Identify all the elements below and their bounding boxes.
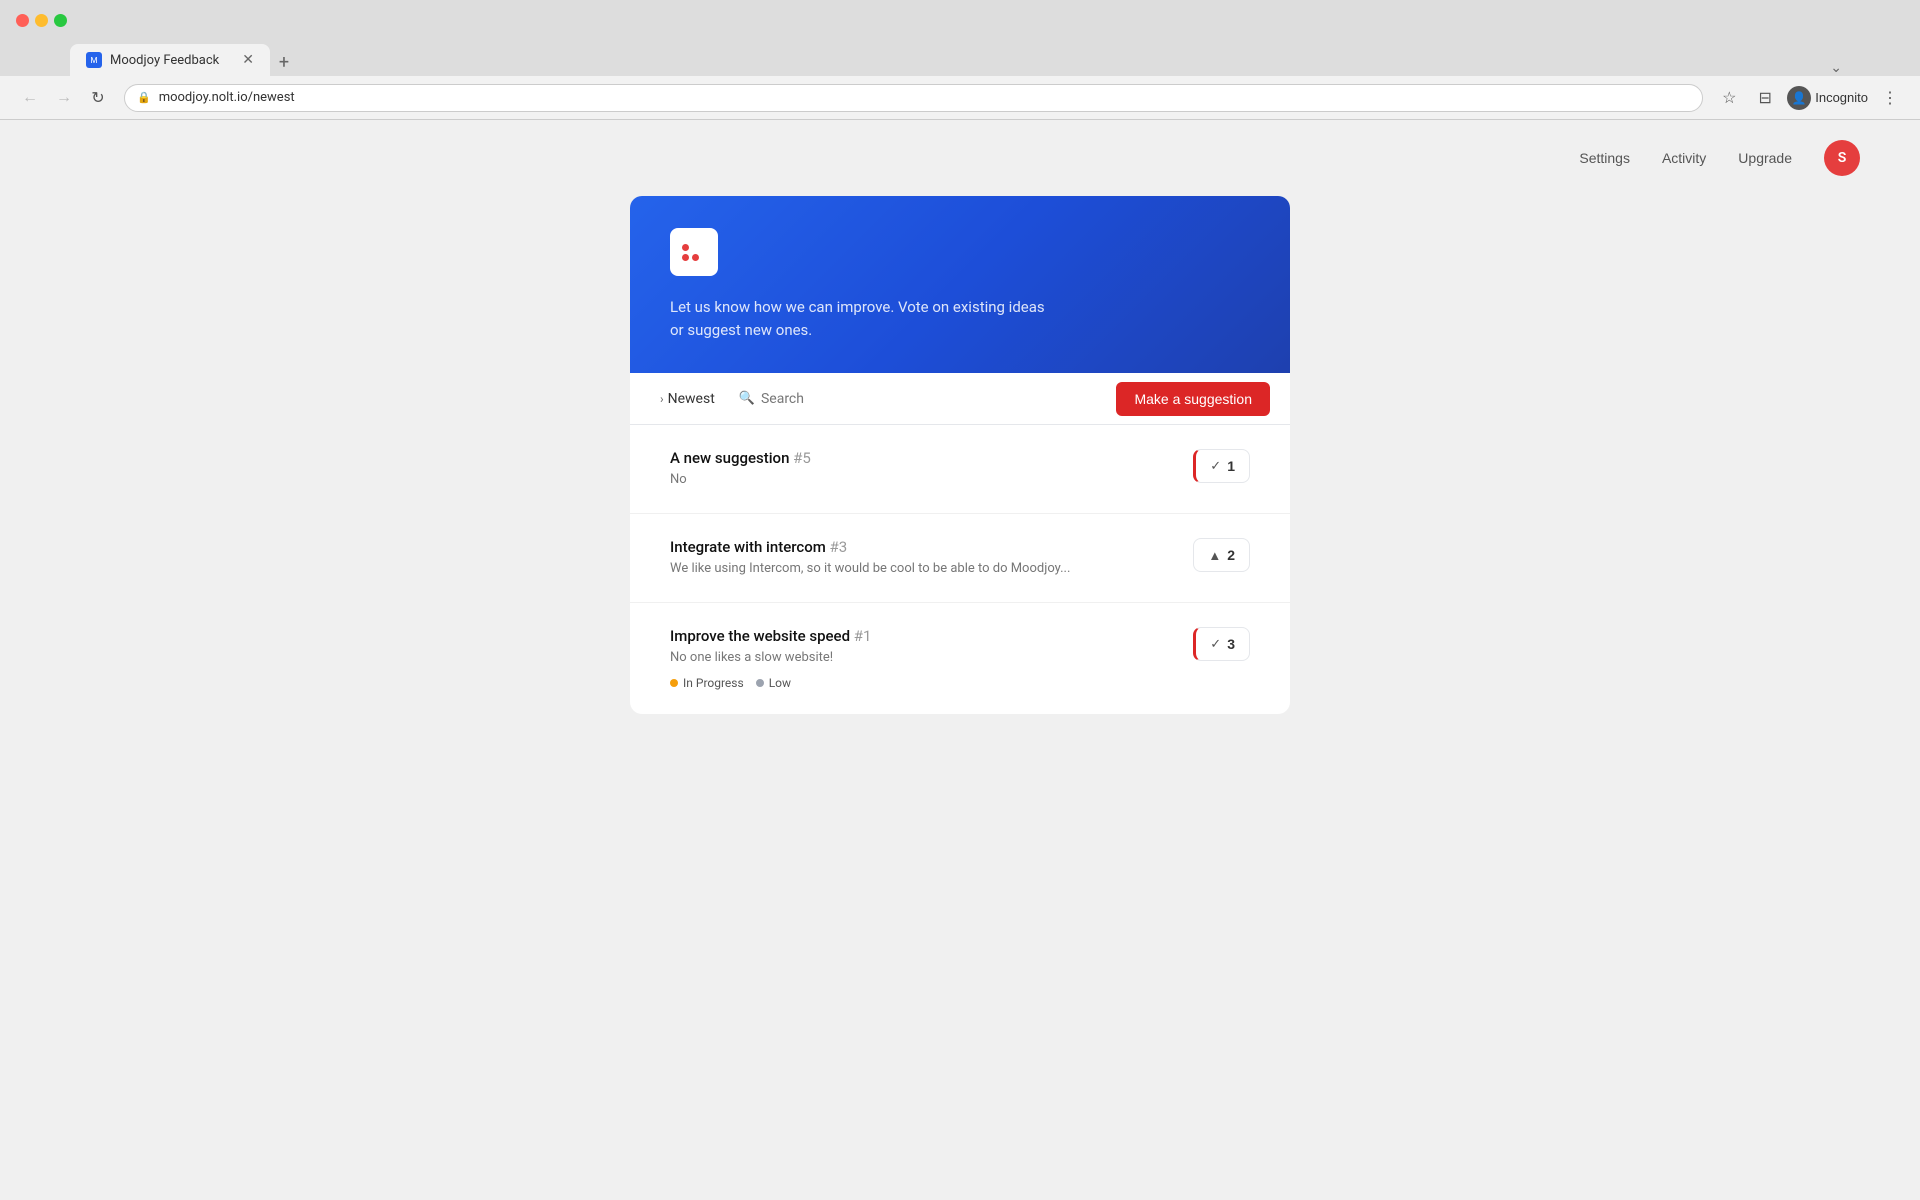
tag-dot — [756, 679, 764, 687]
tag-label: Low — [769, 676, 791, 690]
suggestion-content: Integrate with intercom #3 We like using … — [670, 538, 1173, 578]
url-text: moodjoy.nolt.io/newest — [159, 90, 295, 105]
suggestion-description: We like using Intercom, so it would be c… — [670, 560, 1173, 578]
suggestion-description: No one likes a slow website! — [670, 649, 1173, 667]
main-container: Let us know how we can improve. Vote on … — [630, 196, 1290, 714]
banner-logo — [670, 228, 718, 276]
suggestion-tags: In Progress Low — [670, 676, 1173, 690]
vote-count: 3 — [1227, 636, 1235, 652]
check-icon: ✓ — [1210, 458, 1221, 474]
top-nav: Settings Activity Upgrade S — [0, 120, 1920, 196]
vote-button[interactable]: ✓1 — [1193, 449, 1250, 483]
back-button[interactable]: ← — [16, 84, 44, 112]
banner-description: Let us know how we can improve. Vote on … — [670, 296, 1050, 341]
nav-buttons: ← → ↻ — [16, 84, 112, 112]
browser-chrome: M Moodjoy Feedback ✕ + ⌄ ← → ↻ 🔒 moodjoy… — [0, 0, 1920, 120]
activity-link[interactable]: Activity — [1662, 150, 1706, 166]
tab-favicon: M — [86, 52, 102, 68]
tab-title: Moodjoy Feedback — [110, 53, 219, 68]
forward-button[interactable]: → — [50, 84, 78, 112]
suggestion-item: Improve the website speed #1 No one likes… — [630, 603, 1290, 713]
new-tab-button[interactable]: + — [270, 48, 298, 76]
tab-close-button[interactable]: ✕ — [242, 52, 254, 68]
logo-dot-6 — [702, 254, 709, 261]
suggestion-content: A new suggestion #5 No — [670, 449, 1173, 489]
lock-icon: 🔒 — [137, 91, 151, 104]
traffic-lights — [16, 14, 67, 27]
avatar[interactable]: S — [1824, 140, 1860, 176]
upgrade-link[interactable]: Upgrade — [1738, 150, 1792, 166]
logo-dot-2 — [692, 244, 699, 251]
incognito-button[interactable]: 👤 Incognito — [1787, 86, 1868, 110]
browser-titlebar — [0, 0, 1920, 40]
logo-dot-4 — [682, 254, 689, 261]
suggestions-list: A new suggestion #5No✓1Integrate with in… — [630, 425, 1290, 714]
menu-button[interactable]: ⋮ — [1876, 84, 1904, 112]
reload-button[interactable]: ↻ — [84, 84, 112, 112]
tag: In Progress — [670, 676, 744, 690]
chevron-icon: › — [660, 392, 664, 406]
toolbar: › Newest 🔍 Search Make a suggestion — [630, 373, 1290, 425]
suggestion-description: No — [670, 471, 1173, 489]
logo-dot-5 — [692, 254, 699, 261]
minimize-button[interactable] — [35, 14, 48, 27]
vote-button[interactable]: ▲2 — [1193, 538, 1250, 572]
omnibar-actions: ☆ ⊟ 👤 Incognito ⋮ — [1715, 84, 1904, 112]
suggestion-title: A new suggestion #5 — [670, 449, 1173, 467]
filter-label: Newest — [668, 391, 715, 407]
incognito-icon: 👤 — [1787, 86, 1811, 110]
logo-dot-3 — [702, 244, 709, 251]
omnibar: ← → ↻ 🔒 moodjoy.nolt.io/newest ☆ ⊟ 👤 Inc… — [0, 76, 1920, 120]
tag-label: In Progress — [683, 676, 744, 690]
search-button[interactable]: 🔍 Search — [729, 385, 814, 413]
bookmark-button[interactable]: ☆ — [1715, 84, 1743, 112]
logo-dots — [682, 244, 706, 261]
tab-dropdown-button[interactable]: ⌄ — [1830, 60, 1842, 76]
vote-count: 1 — [1227, 458, 1235, 474]
browser-tab[interactable]: M Moodjoy Feedback ✕ — [70, 44, 270, 76]
search-label: Search — [761, 391, 804, 407]
search-icon: 🔍 — [739, 391, 755, 406]
make-suggestion-button[interactable]: Make a suggestion — [1116, 382, 1270, 416]
suggestion-item: A new suggestion #5No✓1 — [630, 425, 1290, 514]
incognito-label: Incognito — [1815, 90, 1868, 105]
suggestion-content: Improve the website speed #1 No one likes… — [670, 627, 1173, 689]
upvote-icon: ▲ — [1208, 548, 1221, 563]
suggestion-title: Integrate with intercom #3 — [670, 538, 1173, 556]
split-view-button[interactable]: ⊟ — [1751, 84, 1779, 112]
filter-button[interactable]: › Newest — [650, 385, 725, 413]
close-button[interactable] — [16, 14, 29, 27]
maximize-button[interactable] — [54, 14, 67, 27]
address-bar[interactable]: 🔒 moodjoy.nolt.io/newest — [124, 84, 1703, 112]
check-icon: ✓ — [1210, 636, 1221, 652]
vote-count: 2 — [1227, 547, 1235, 563]
suggestion-item: Integrate with intercom #3 We like using … — [630, 514, 1290, 603]
tag-dot — [670, 679, 678, 687]
settings-link[interactable]: Settings — [1579, 150, 1630, 166]
banner: Let us know how we can improve. Vote on … — [630, 196, 1290, 373]
vote-button[interactable]: ✓3 — [1193, 627, 1250, 661]
suggestion-title: Improve the website speed #1 — [670, 627, 1173, 645]
page-content: Settings Activity Upgrade S Let us know … — [0, 120, 1920, 1200]
tag: Low — [756, 676, 791, 690]
logo-dot-1 — [682, 244, 689, 251]
